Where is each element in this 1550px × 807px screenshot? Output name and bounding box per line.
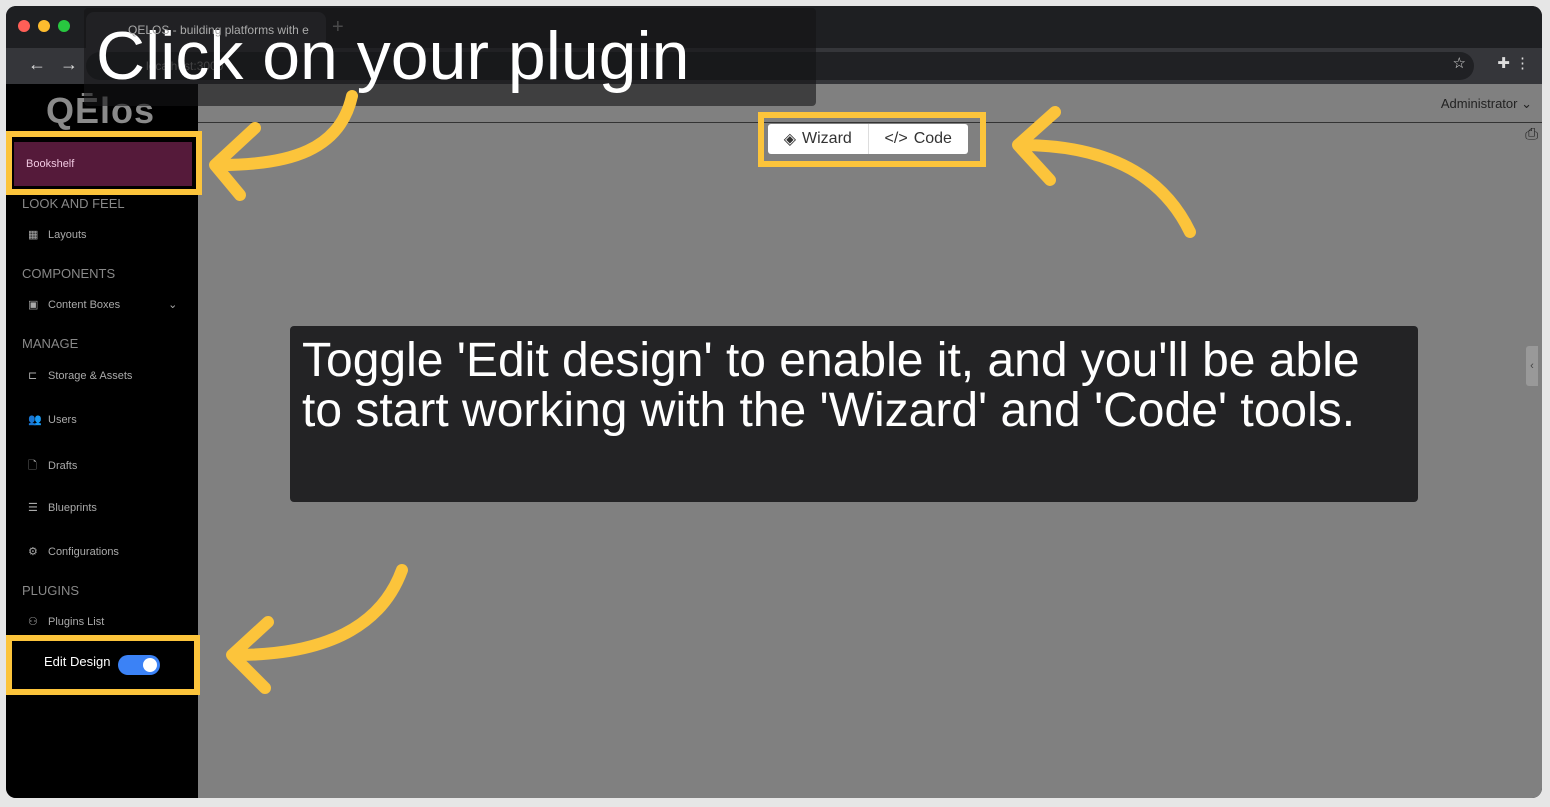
box-icon: ▣ [28,299,39,311]
database-icon: ☰ [28,502,38,514]
sidebar-item-blueprints[interactable]: ☰ Blueprints [28,501,97,514]
caption-mid: Toggle 'Edit design' to enable it, and y… [290,326,1418,502]
highlight-edit-design [6,635,200,695]
grid-icon: ▦ [28,229,39,241]
chevron-down-icon: ⌄ [1521,96,1532,111]
file-icon: 🗋 [28,460,37,472]
sidebar-item-content-boxes[interactable]: ▣ Content Boxes ⌄ [28,298,177,311]
section-components: COMPONENTS [22,266,116,281]
forward-icon[interactable]: → [60,54,78,75]
sidebar-item-users[interactable]: 👥 Users [28,413,77,426]
back-icon[interactable]: ← [28,54,46,75]
close-window-button[interactable] [18,20,30,32]
section-manage: MANAGE [22,336,79,351]
maximize-window-button[interactable] [58,20,70,32]
gear-icon: ⚙ [28,546,38,558]
users-icon: 👥 [28,414,42,426]
sidebar-item-plugins-list[interactable]: ⚇ Plugins List [28,615,104,628]
layout-icon[interactable]: ⎙ [1525,126,1538,144]
sidebar-item-drafts[interactable]: 🗋 Drafts [28,457,77,476]
sidebar-item-configurations[interactable]: ⚙ Configurations [28,545,119,558]
user-menu[interactable]: Administrator ⌄ [1441,96,1532,112]
sidebar-item-storage[interactable]: ⊏ Storage & Assets [28,369,132,382]
browser-tab-title[interactable]: QELOS - building platforms with e [128,12,309,48]
highlight-wizard-code [758,112,986,167]
collapse-panel-handle[interactable]: ‹ [1526,346,1538,386]
sidebar-item-layouts[interactable]: ▦ Layouts [28,228,87,241]
section-look-and-feel: LOOK AND FEEL [22,196,125,211]
highlight-bookshelf [6,131,202,195]
minimize-window-button[interactable] [38,20,50,32]
plug-icon: ⚇ [28,616,38,628]
bookmark-star-icon[interactable]: ☆ [1453,54,1466,72]
extensions-icon[interactable]: ✚ [1497,54,1510,72]
section-plugins: PLUGINS [22,583,80,598]
chevron-down-icon: ⌄ [168,299,178,311]
folder-tree-icon: ⊏ [28,370,38,382]
menu-dots-icon[interactable]: ⋮ [1515,54,1530,72]
